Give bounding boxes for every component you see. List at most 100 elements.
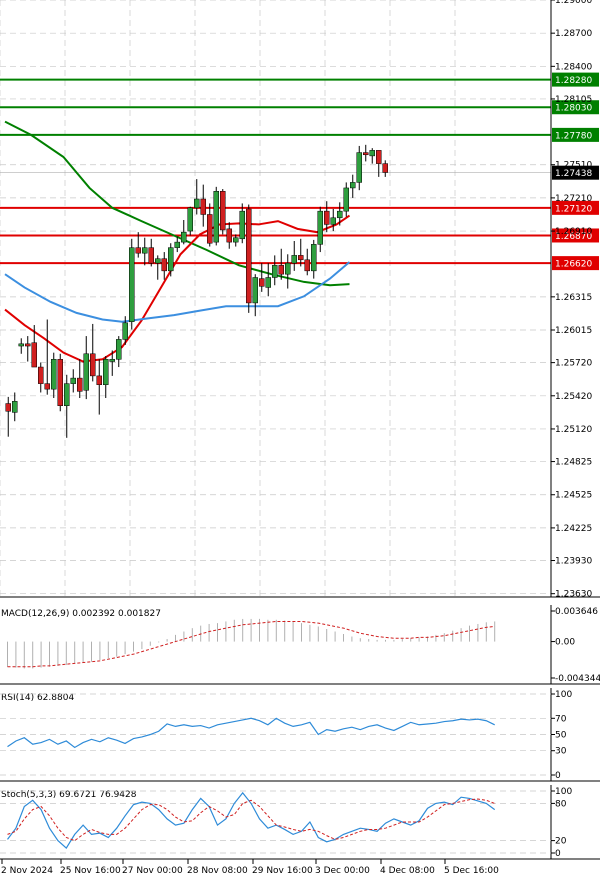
candle-body: [382, 163, 388, 173]
candle-body: [226, 228, 232, 243]
tick-label: 0: [555, 849, 561, 859]
tick-label: 80: [555, 799, 567, 809]
candle-body: [12, 401, 18, 413]
tick-label: 100: [555, 787, 572, 797]
rsi-line: [7, 717, 495, 749]
time-axis: 2 Nov 2024 25 Nov 16:00 27 Nov 00:00 28 Nov…: [1, 859, 499, 876]
price-tick-label: 1.26015: [555, 326, 592, 336]
tick-label: 50: [555, 731, 567, 741]
candle-body: [343, 187, 349, 212]
candle-body: [291, 255, 297, 264]
time-tick-label: 28 Nov 08:00: [187, 866, 248, 876]
price-tick-label: 1.26315: [555, 293, 592, 303]
price-tick-label: 1.26910: [555, 227, 592, 237]
candle-body: [200, 198, 206, 215]
candle-body: [298, 255, 304, 261]
candle-body: [278, 265, 284, 275]
tick-label: 20: [555, 837, 567, 847]
price-tick-label: 1.28700: [555, 29, 592, 39]
candle-body: [155, 258, 161, 264]
candle-body: [265, 277, 271, 288]
price-tick-label: 1.25120: [555, 425, 592, 435]
price-axis: 1.29000 1.28700 1.28400 1.28105 1.27510 1.272…: [551, 0, 592, 600]
price-tick-label: 1.24225: [555, 524, 592, 534]
candles: [5, 144, 388, 438]
candle-body: [57, 359, 63, 406]
candle-body: [304, 259, 310, 272]
price-tick-label: 1.28105: [555, 95, 592, 105]
level-label: 1.28030: [555, 104, 592, 114]
candle-body: [148, 247, 154, 264]
candle-body: [129, 247, 135, 322]
price-tick-label: 1.23930: [555, 557, 592, 567]
candle-body: [272, 265, 278, 278]
price-tick-label: 1.25720: [555, 359, 592, 369]
candle-body: [330, 217, 336, 225]
candle-body: [116, 339, 122, 360]
tick-label: 100: [555, 690, 572, 700]
price-tick-label: 1.28400: [555, 62, 592, 72]
rsi-label: RSI(14) 62.8804: [1, 693, 74, 703]
level-label: 1.27120: [555, 204, 592, 214]
candle-body: [51, 359, 57, 390]
candle-body: [161, 258, 167, 272]
tick-label: -0.004344: [555, 674, 600, 684]
candle-body: [350, 182, 356, 189]
candle-body: [369, 150, 375, 157]
price-tick-label: 1.27510: [555, 161, 592, 171]
candle-body: [181, 231, 187, 243]
tick-label: 0.003646: [555, 607, 598, 617]
time-tick-label: 2 Nov 2024: [1, 866, 53, 876]
price-tick-label: 1.24525: [555, 491, 592, 501]
tick-label: 0.00: [555, 638, 575, 648]
candle-body: [70, 377, 76, 384]
stoch-pane: Stoch(5,3,3) 69.6721 76.9428 100 80 20 0: [0, 785, 600, 860]
trading-chart: 1.282801.280301.277801.271201.268701.266…: [0, 0, 600, 876]
time-tick-label: 25 Nov 16:00: [60, 866, 121, 876]
tick-label: 30: [555, 747, 567, 757]
candle-body: [376, 150, 382, 164]
candle-body: [356, 152, 362, 183]
candle-body: [31, 342, 37, 368]
candle-body: [213, 191, 219, 243]
candle-body: [77, 377, 83, 392]
price-tick-label: 1.24825: [555, 458, 592, 468]
candle-body: [233, 237, 239, 243]
stoch-k-line: [7, 791, 496, 849]
candle-body: [337, 210, 343, 219]
candle-body: [311, 244, 317, 272]
candle-body: [44, 383, 50, 390]
stoch-d-line: [7, 798, 495, 842]
candle-body: [174, 241, 180, 248]
candle-body: [122, 322, 128, 340]
level-label: 1.27780: [555, 131, 592, 141]
moving-average-line: [4, 261, 351, 323]
candle-body: [142, 247, 148, 254]
candle-body: [96, 375, 102, 385]
price-tick-label: 1.25420: [555, 392, 592, 402]
candle-body: [220, 191, 226, 231]
price-grid: [0, 0, 551, 597]
candle-body: [187, 207, 193, 232]
time-tick-label: 29 Nov 16:00: [252, 866, 313, 876]
price-tick-label: 1.29000: [555, 0, 592, 6]
candle-body: [64, 383, 70, 406]
rsi-pane: RSI(14) 62.8804 100 70 50 30 0: [0, 688, 600, 782]
candle-body: [109, 359, 115, 362]
candle-body: [285, 262, 291, 275]
candle-body: [83, 353, 89, 391]
time-tick-label: 3 Dec 00:00: [315, 866, 370, 876]
candle-body: [135, 247, 141, 254]
candle-body: [90, 353, 96, 377]
candle-body: [38, 366, 44, 384]
candle-body: [239, 210, 245, 240]
candle-body: [363, 152, 369, 156]
time-tick-label: 27 Nov 00:00: [122, 866, 183, 876]
tick-label: 0: [555, 771, 561, 781]
candle-body: [252, 277, 258, 304]
candle-body: [259, 278, 265, 287]
candle-body: [194, 198, 200, 209]
candle-body: [18, 343, 24, 347]
candle-body: [5, 403, 11, 412]
horizontal-levels: 1.282801.280301.277801.271201.268701.266…: [0, 72, 599, 271]
